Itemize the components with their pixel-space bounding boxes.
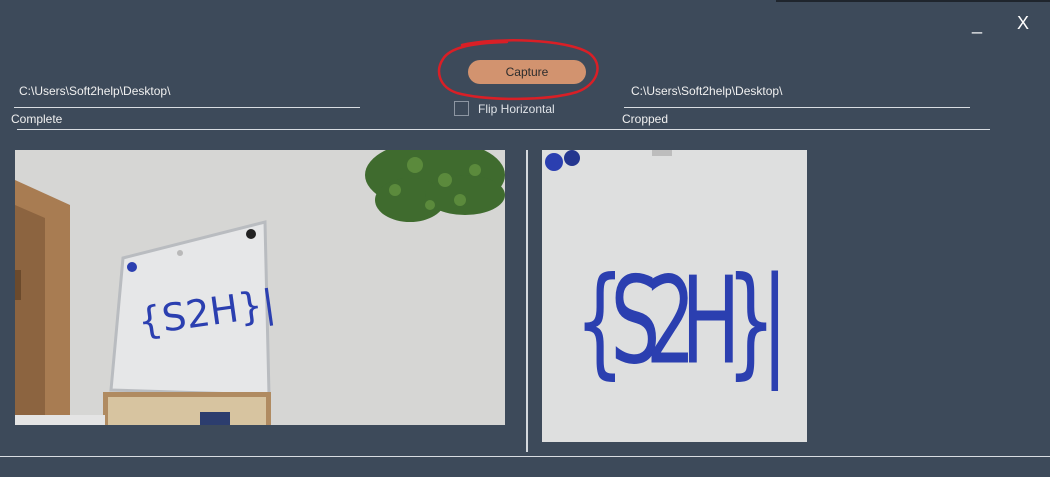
svg-text:{S2H}|: {S2H}|	[575, 251, 788, 392]
flip-horizontal-label[interactable]: Flip Horizontal	[478, 102, 555, 116]
complete-path-underline	[14, 107, 360, 108]
cropped-path-field[interactable]: C:\Users\Soft2help\Desktop\	[631, 84, 782, 98]
red-annotation-circle	[437, 39, 599, 101]
cropped-label: Cropped	[622, 112, 669, 126]
complete-camera-image: {S2H}|	[15, 150, 505, 425]
cropped-whiteboard-image: {S2H}|	[542, 150, 807, 442]
minimize-button[interactable]: _	[972, 14, 982, 35]
cropped-path-underline	[624, 107, 970, 108]
panel-divider	[526, 150, 528, 452]
flip-horizontal-checkbox[interactable]	[454, 101, 469, 116]
top-border-line	[776, 0, 1050, 2]
complete-label: Complete	[11, 112, 63, 126]
close-button[interactable]: X	[1017, 13, 1029, 34]
header-separator	[17, 129, 990, 130]
complete-path-field[interactable]: C:\Users\Soft2help\Desktop\	[19, 84, 170, 98]
bottom-separator	[0, 456, 1050, 457]
